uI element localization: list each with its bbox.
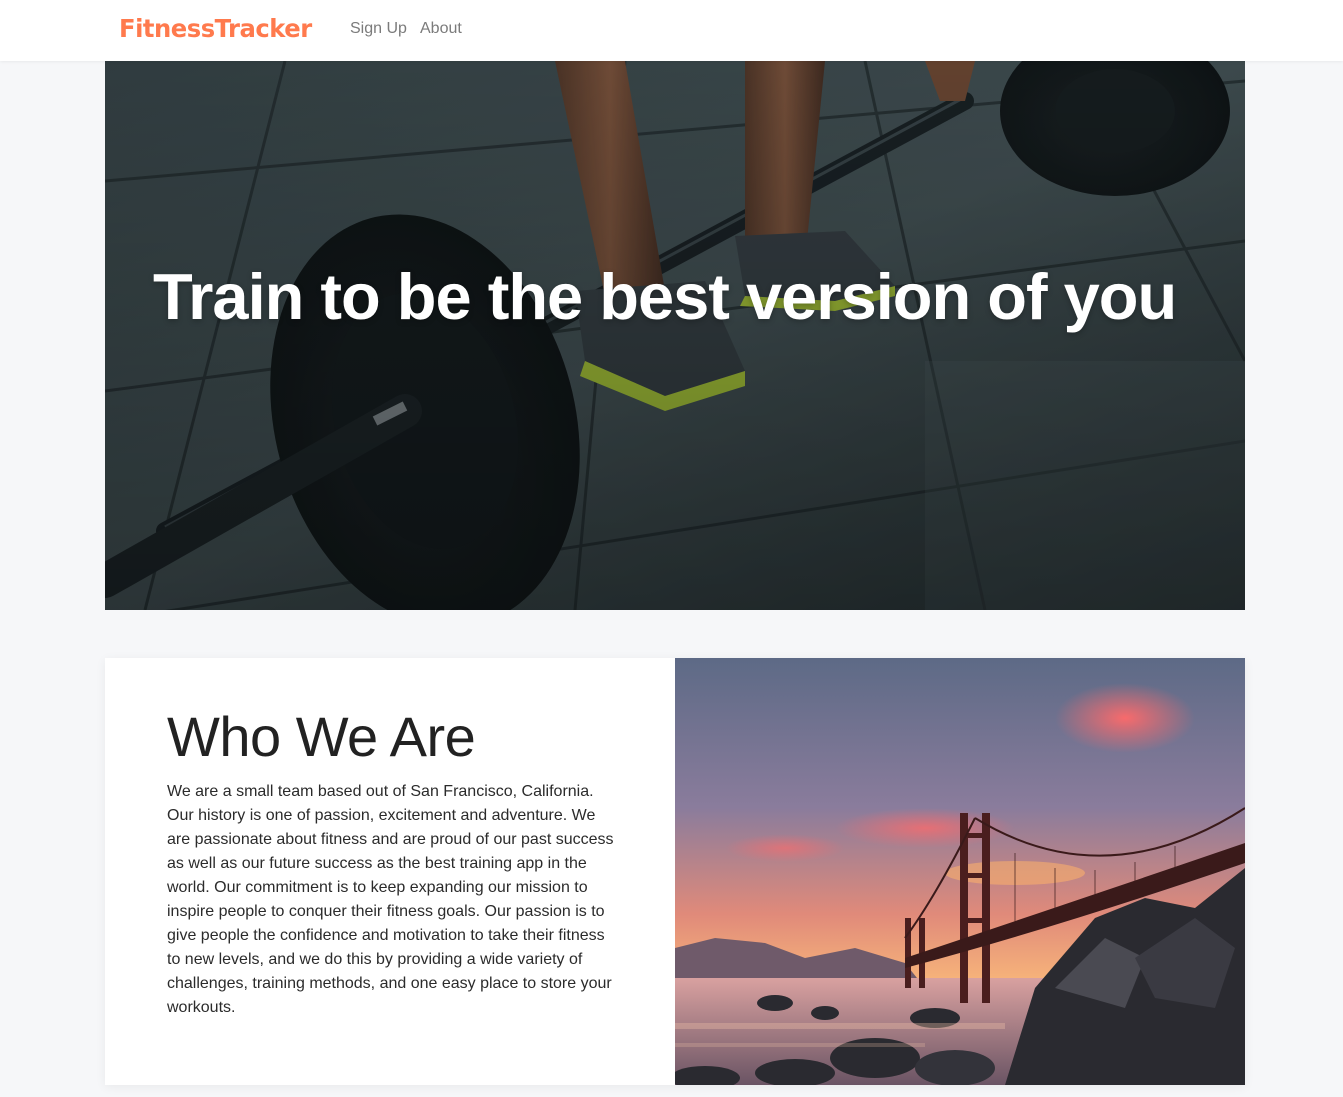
brand-logo[interactable]: FitnessTracker (119, 12, 312, 46)
about-heading: Who We Are (167, 705, 476, 768)
about-section: Who We Are We are a small team based out… (105, 658, 1245, 1085)
nav-link-about[interactable]: About (420, 19, 462, 39)
nav-link-sign-up[interactable]: Sign Up (350, 19, 407, 39)
about-photo-container (675, 658, 1245, 1085)
about-description: We are a small team based out of San Fra… (167, 783, 614, 1016)
golden-gate-bridge-photo (675, 658, 1245, 1085)
about-text-panel: Who We Are We are a small team based out… (105, 658, 675, 1085)
hero-banner: Train to be the best version of you (105, 61, 1245, 610)
hero-title: Train to be the best version of you (153, 260, 1177, 333)
top-navbar: FitnessTracker Sign Up About (0, 0, 1343, 61)
